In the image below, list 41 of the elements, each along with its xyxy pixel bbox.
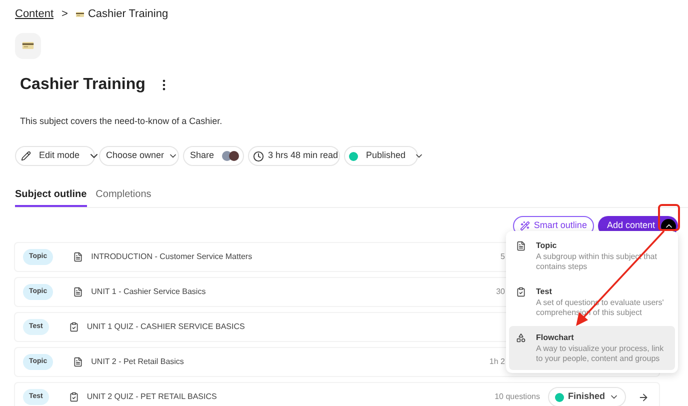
- read-time-chip: 3 hrs 48 min read: [248, 146, 340, 166]
- breadcrumb-link[interactable]: Content: [15, 6, 54, 22]
- clipboard-check-icon: [68, 392, 79, 402]
- row-title: UNIT 2 - Pet Retail Basics: [91, 356, 184, 368]
- subject-description: This subject covers the need-to-know of a Cashier.: [20, 114, 224, 128]
- status-dropdown[interactable]: Finished: [548, 387, 626, 406]
- shapes-icon: [516, 333, 526, 343]
- row-title: UNIT 2 QUIZ - PET RETAIL BASICS: [86, 391, 217, 403]
- row-meta: 5: [500, 251, 505, 263]
- menu-item-title: Topic: [536, 240, 558, 252]
- credit-card-icon: [22, 42, 34, 49]
- share-button[interactable]: Share: [183, 146, 244, 166]
- highlight-outline: [658, 204, 680, 231]
- breadcrumb-current: Cashier Training: [88, 7, 168, 22]
- row-title: UNIT 1 - Cashier Service Basics: [91, 286, 206, 298]
- clipboard-check-icon: [516, 287, 526, 297]
- document-icon: [516, 241, 526, 251]
- row-title: INTRODUCTION - Customer Service Matters: [91, 251, 252, 263]
- menu-item-title: Flowchart: [536, 332, 575, 344]
- owner-dropdown[interactable]: Choose owner: [99, 146, 179, 166]
- tab[interactable]: Subject outline: [15, 187, 87, 207]
- pencil-icon: [21, 151, 31, 161]
- document-icon: [73, 287, 84, 297]
- edit-mode-button[interactable]: Edit mode: [15, 146, 95, 166]
- clipboard-check-icon: [68, 322, 79, 332]
- arrow-right-icon[interactable]: [638, 392, 649, 402]
- credit-card-icon: [76, 12, 84, 17]
- menu-item[interactable]: Flowchart A way to visualize your process, link to your people, content and groups: [509, 326, 675, 370]
- subject-title: Cashier Training: [20, 74, 146, 94]
- breadcrumb-separator: >: [62, 7, 68, 22]
- clock-icon: [253, 150, 264, 162]
- document-icon: [73, 357, 84, 367]
- document-icon: [73, 252, 84, 262]
- row-title: UNIT 1 QUIZ - CASHIER SERVICE BASICS: [86, 321, 245, 333]
- row-meta: 10 questions: [494, 391, 540, 403]
- avatar: [229, 151, 240, 161]
- row-meta: 30: [496, 286, 505, 298]
- magic-wand-icon: [520, 221, 530, 231]
- row-meta: 1h 2: [489, 356, 505, 368]
- tab[interactable]: Completions: [96, 187, 152, 207]
- menu-item-title: Test: [536, 286, 553, 298]
